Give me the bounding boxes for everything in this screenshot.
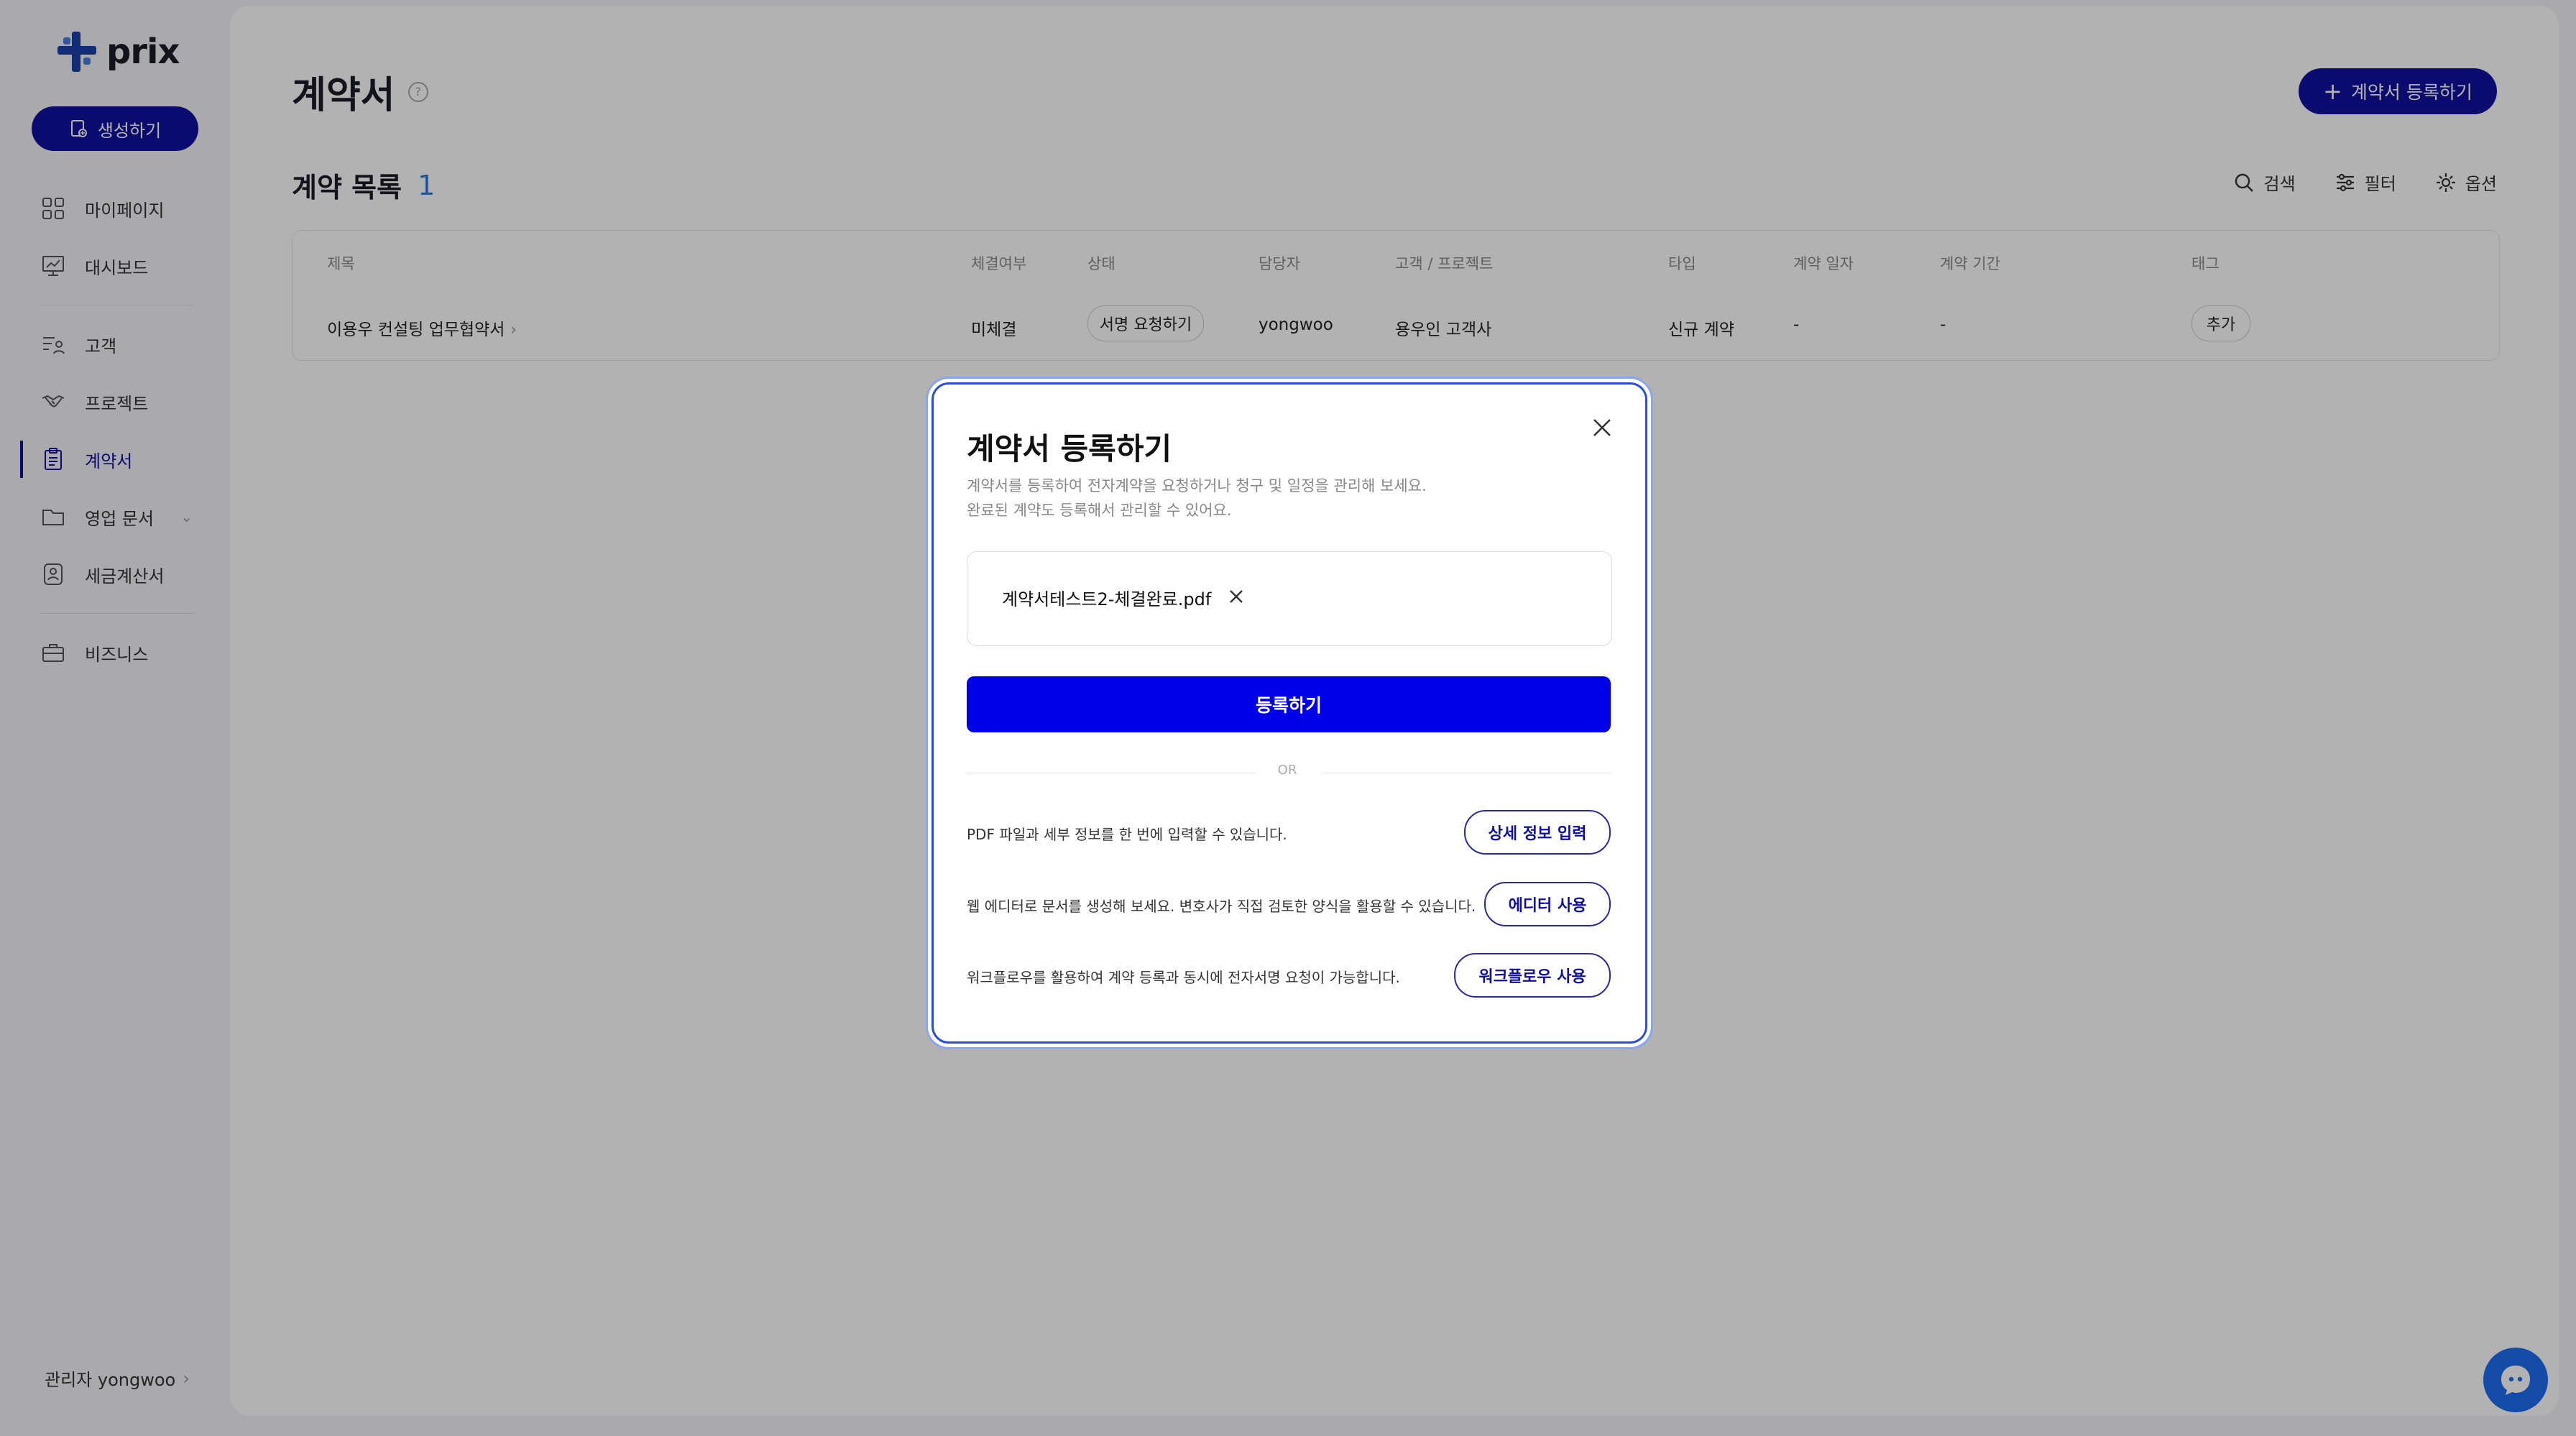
option-description: PDF 파일과 세부 정보를 한 번에 입력할 수 있습니다. <box>967 826 1287 843</box>
description-line: 계약서를 등록하여 전자계약을 요청하거나 청구 및 일정을 관리해 보세요. <box>967 477 1427 494</box>
option-description: 워크플로우를 활용하여 계약 등록과 동시에 전자서명 요청이 가능합니다. <box>967 969 1400 986</box>
register-contract-modal: 계약서 등록하기 계약서를 등록하여 전자계약을 요청하거나 청구 및 일정을 … <box>932 382 1647 1044</box>
description-line: 완료된 계약도 등록해서 관리할 수 있어요. <box>967 502 1232 519</box>
close-button[interactable] <box>1585 410 1619 445</box>
file-dropzone[interactable]: 계약서테스트2-체결완료.pdf <box>967 551 1612 646</box>
attached-file-name: 계약서테스트2-체결완료.pdf <box>1002 589 1212 609</box>
remove-file-button[interactable] <box>1223 584 1249 609</box>
detail-input-button[interactable]: 상세 정보 입력 <box>1464 810 1611 855</box>
modal-description: 계약서를 등록하여 전자계약을 요청하거나 청구 및 일정을 관리해 보세요. … <box>967 474 1427 523</box>
submit-register-button[interactable]: 등록하기 <box>967 676 1611 732</box>
close-icon <box>1230 590 1243 603</box>
use-workflow-button[interactable]: 워크플로우 사용 <box>1454 953 1611 998</box>
close-icon <box>1593 419 1611 436</box>
modal-title: 계약서 등록하기 <box>967 431 1172 466</box>
or-separator: OR <box>1277 763 1297 778</box>
option-description: 웹 에디터로 문서를 생성해 보세요. 변호사가 직접 검토한 양식을 활용할 … <box>967 898 1476 915</box>
use-editor-button[interactable]: 에디터 사용 <box>1484 882 1611 926</box>
